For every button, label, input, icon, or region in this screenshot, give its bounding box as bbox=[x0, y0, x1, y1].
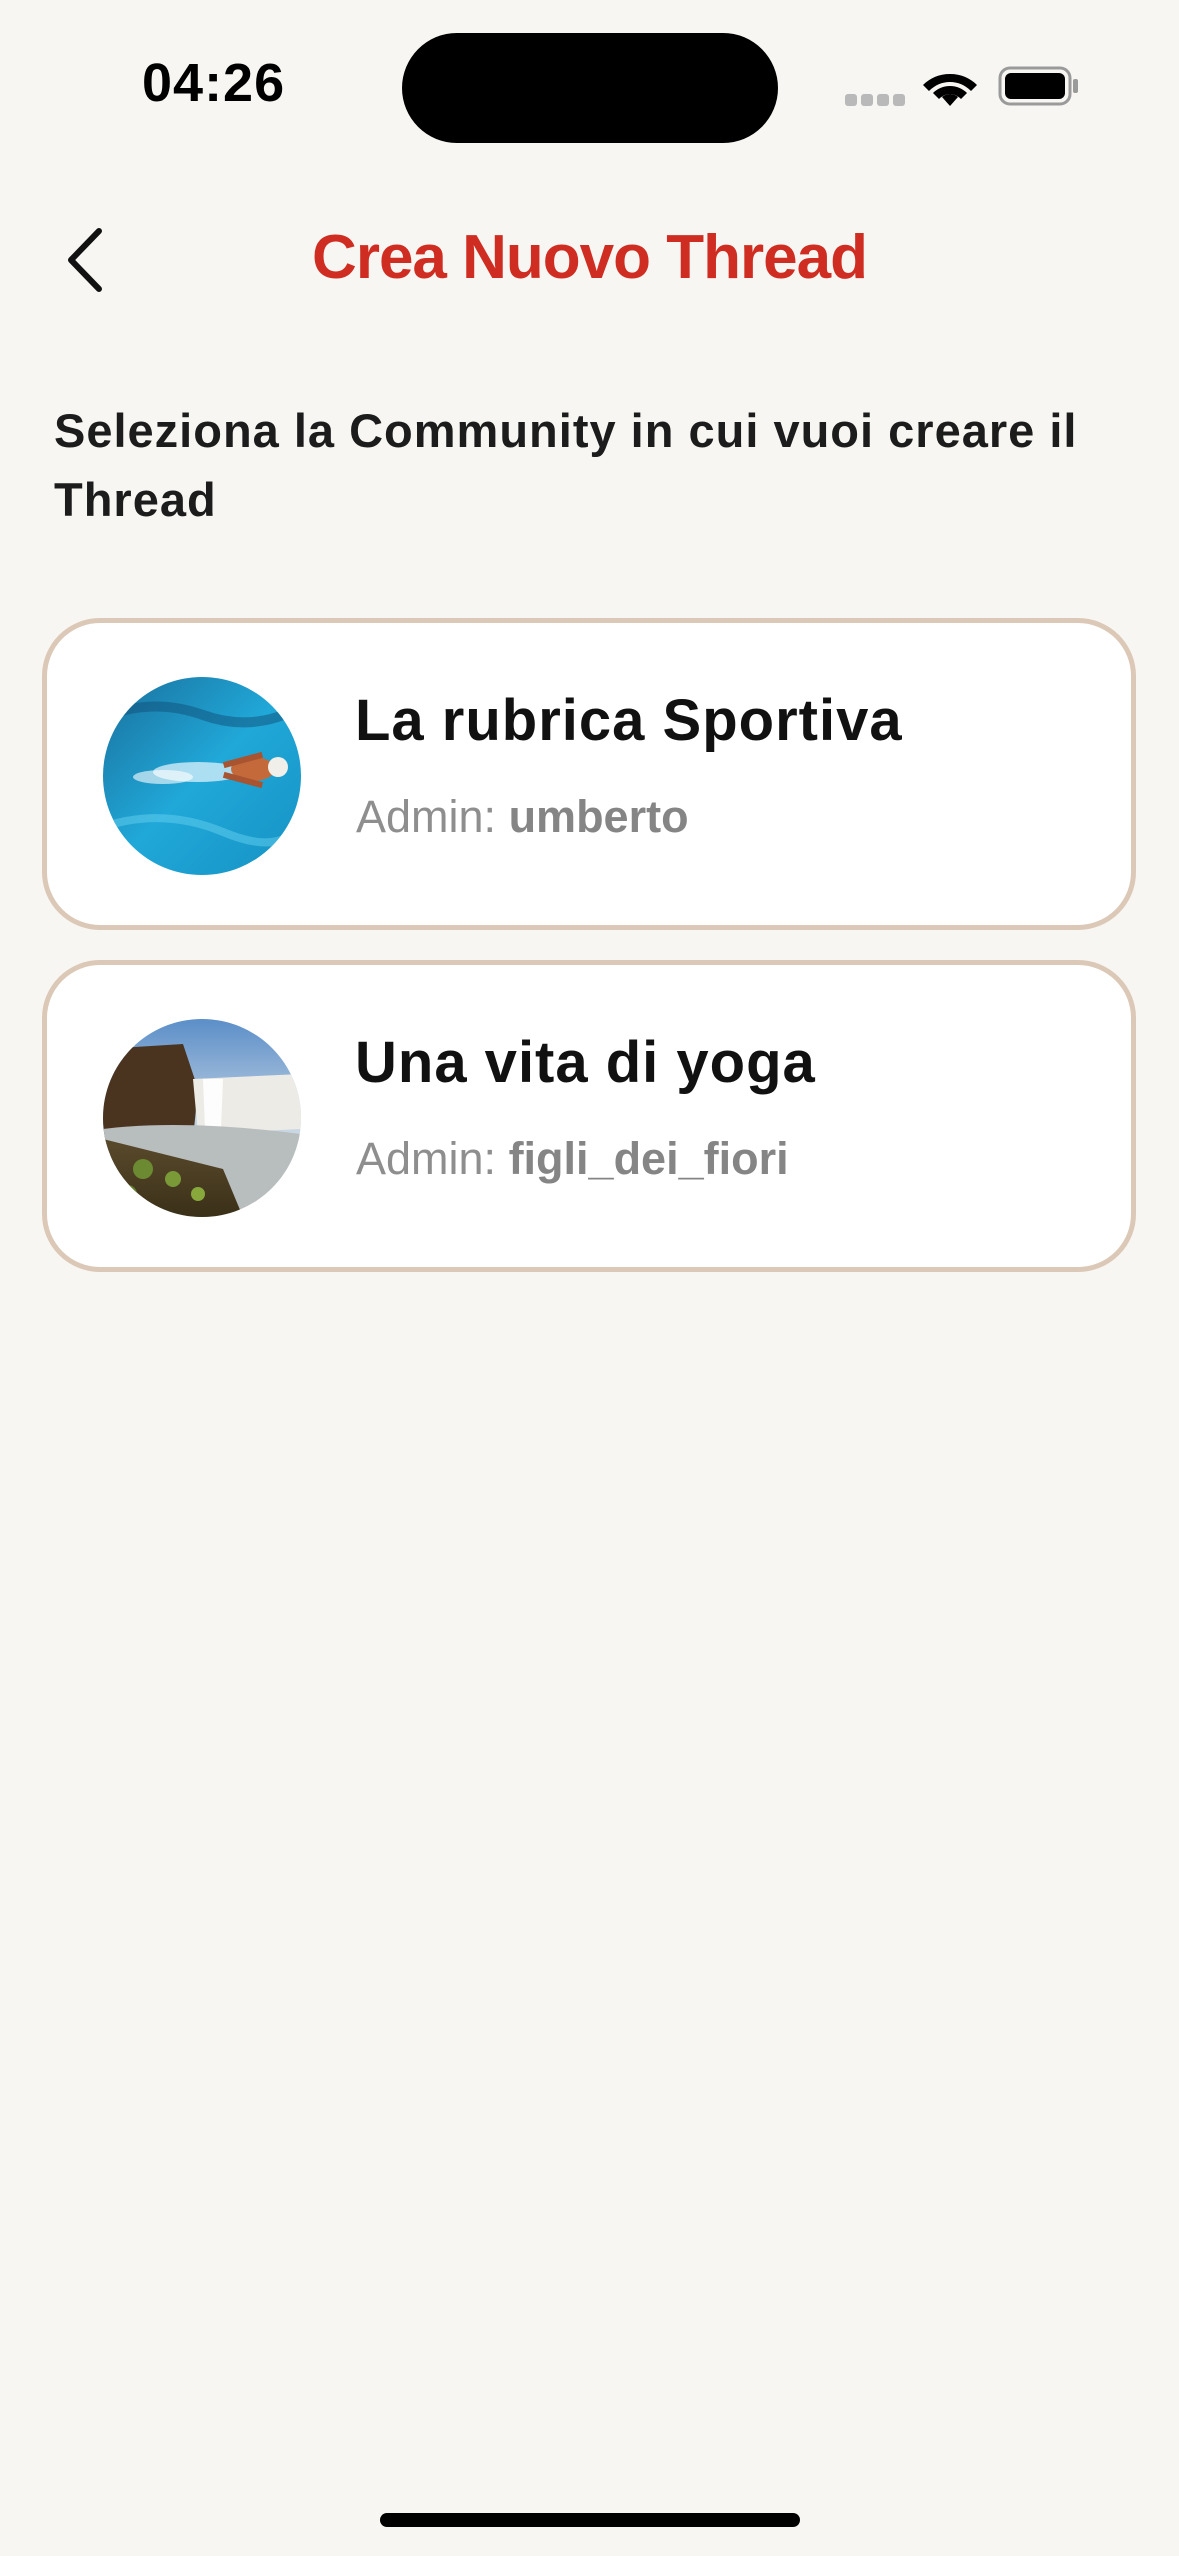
page-title: Crea Nuovo Thread bbox=[312, 223, 868, 292]
instruction-text: Seleziona la Community in cui vuoi crear… bbox=[54, 404, 1078, 526]
community-avatar-waterfall bbox=[103, 1019, 301, 1217]
community-name: La rubrica Sportiva bbox=[355, 688, 903, 753]
community-avatar-swimmer bbox=[103, 677, 301, 875]
community-admin: Admin: figli_dei_fiori bbox=[356, 1133, 789, 1185]
battery-icon bbox=[998, 66, 1078, 106]
community-card-la-rubrica-sportiva[interactable]: La rubrica Sportiva Admin: umberto bbox=[42, 618, 1136, 930]
community-admin: Admin: umberto bbox=[356, 791, 689, 843]
community-card-una-vita-di-yoga[interactable]: Una vita di yoga Admin: figli_dei_fiori bbox=[42, 960, 1136, 1272]
dynamic-island bbox=[402, 33, 778, 143]
admin-label: Admin: bbox=[356, 791, 509, 842]
community-list: La rubrica Sportiva Admin: umberto Una v… bbox=[42, 618, 1136, 1302]
admin-label: Admin: bbox=[356, 1133, 509, 1184]
cellular-signal-icon bbox=[845, 94, 905, 106]
wifi-icon bbox=[923, 74, 977, 106]
admin-name: figli_dei_fiori bbox=[508, 1133, 789, 1184]
home-indicator[interactable] bbox=[380, 2513, 800, 2527]
status-time: 04:26 bbox=[142, 53, 286, 113]
community-name: Una vita di yoga bbox=[355, 1030, 816, 1095]
admin-name: umberto bbox=[508, 791, 689, 842]
